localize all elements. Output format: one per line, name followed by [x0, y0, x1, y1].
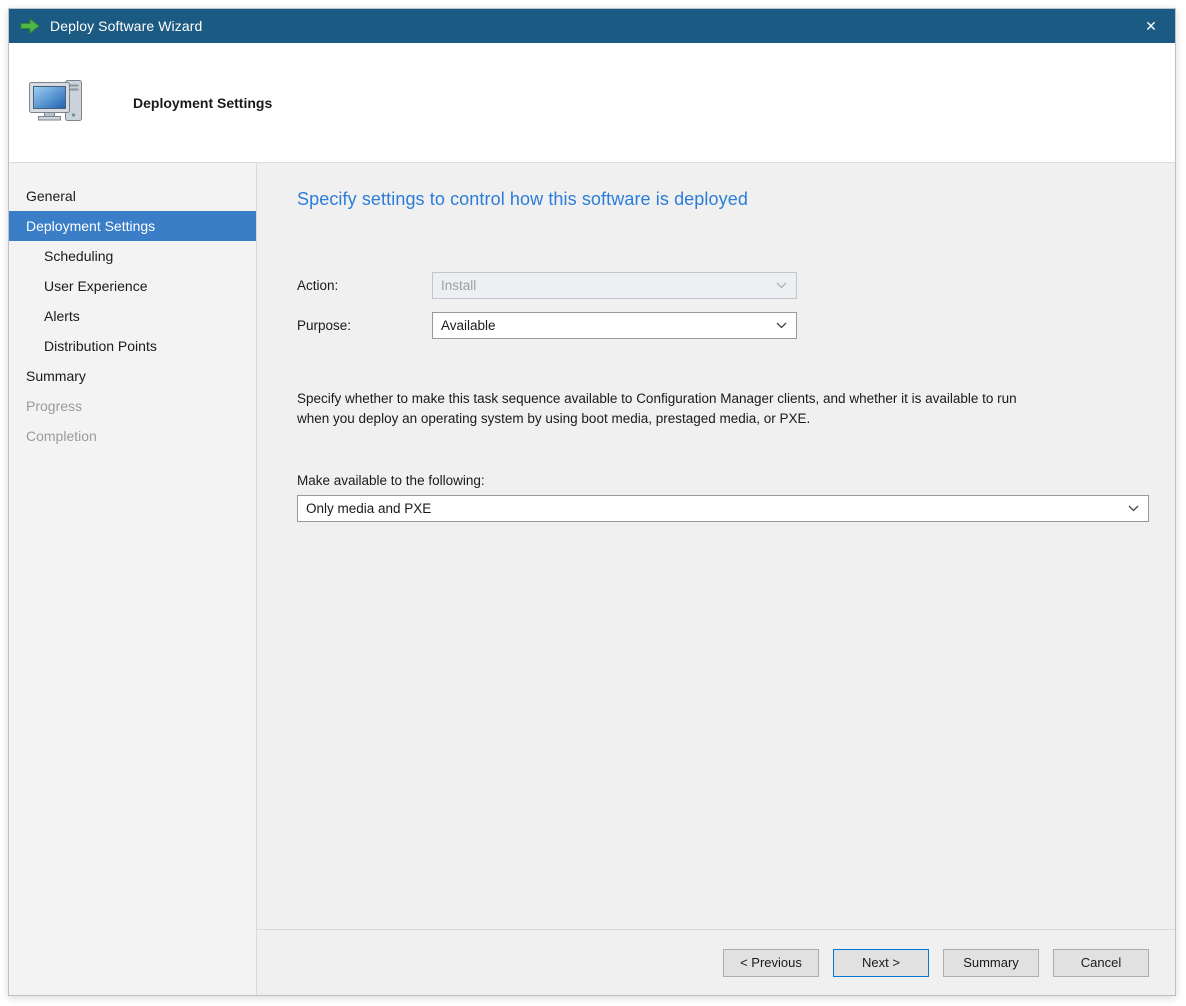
sidebar-item-distribution-points[interactable]: Distribution Points	[9, 331, 256, 361]
chevron-down-icon	[776, 282, 787, 289]
previous-button[interactable]: < Previous	[723, 949, 819, 977]
purpose-label: Purpose:	[297, 318, 432, 333]
sidebar-item-general[interactable]: General	[9, 181, 256, 211]
form-area: Action: Install Purpose: Available	[297, 272, 1149, 339]
summary-button[interactable]: Summary	[943, 949, 1039, 977]
page-title: Deployment Settings	[133, 95, 272, 111]
titlebar: Deploy Software Wizard ✕	[9, 9, 1175, 43]
content-heading: Specify settings to control how this sof…	[297, 189, 1149, 210]
window-title: Deploy Software Wizard	[50, 18, 1131, 34]
purpose-value: Available	[441, 318, 496, 333]
make-available-value: Only media and PXE	[306, 501, 431, 516]
sidebar-item-alerts[interactable]: Alerts	[9, 301, 256, 331]
purpose-row: Purpose: Available	[297, 312, 1149, 339]
wizard-footer: < Previous Next > Summary Cancel	[257, 929, 1175, 995]
action-row: Action: Install	[297, 272, 1149, 299]
next-button[interactable]: Next >	[833, 949, 929, 977]
wizard-sidebar: General Deployment Settings Scheduling U…	[9, 163, 257, 995]
sidebar-item-user-experience[interactable]: User Experience	[9, 271, 256, 301]
make-available-label: Make available to the following:	[297, 473, 1149, 488]
wizard-body: General Deployment Settings Scheduling U…	[9, 163, 1175, 995]
sidebar-item-completion: Completion	[9, 421, 256, 451]
sidebar-item-scheduling[interactable]: Scheduling	[9, 241, 256, 271]
action-value: Install	[441, 278, 476, 293]
close-icon[interactable]: ✕	[1131, 9, 1171, 43]
action-dropdown: Install	[432, 272, 797, 299]
action-label: Action:	[297, 278, 432, 293]
sidebar-item-summary[interactable]: Summary	[9, 361, 256, 391]
sidebar-item-progress: Progress	[9, 391, 256, 421]
cancel-button[interactable]: Cancel	[1053, 949, 1149, 977]
wizard-arrow-icon	[19, 18, 41, 34]
chevron-down-icon	[1128, 505, 1139, 512]
content-main: Specify settings to control how this sof…	[257, 163, 1175, 929]
make-available-dropdown[interactable]: Only media and PXE	[297, 495, 1149, 522]
wizard-content: Specify settings to control how this sof…	[257, 163, 1175, 995]
description-text: Specify whether to make this task sequen…	[297, 389, 1045, 429]
computer-icon	[27, 78, 85, 128]
purpose-dropdown[interactable]: Available	[432, 312, 797, 339]
wizard-header: Deployment Settings	[9, 43, 1175, 163]
deploy-software-wizard-window: Deploy Software Wizard ✕	[8, 8, 1176, 996]
chevron-down-icon	[776, 322, 787, 329]
sidebar-item-deployment-settings[interactable]: Deployment Settings	[9, 211, 256, 241]
